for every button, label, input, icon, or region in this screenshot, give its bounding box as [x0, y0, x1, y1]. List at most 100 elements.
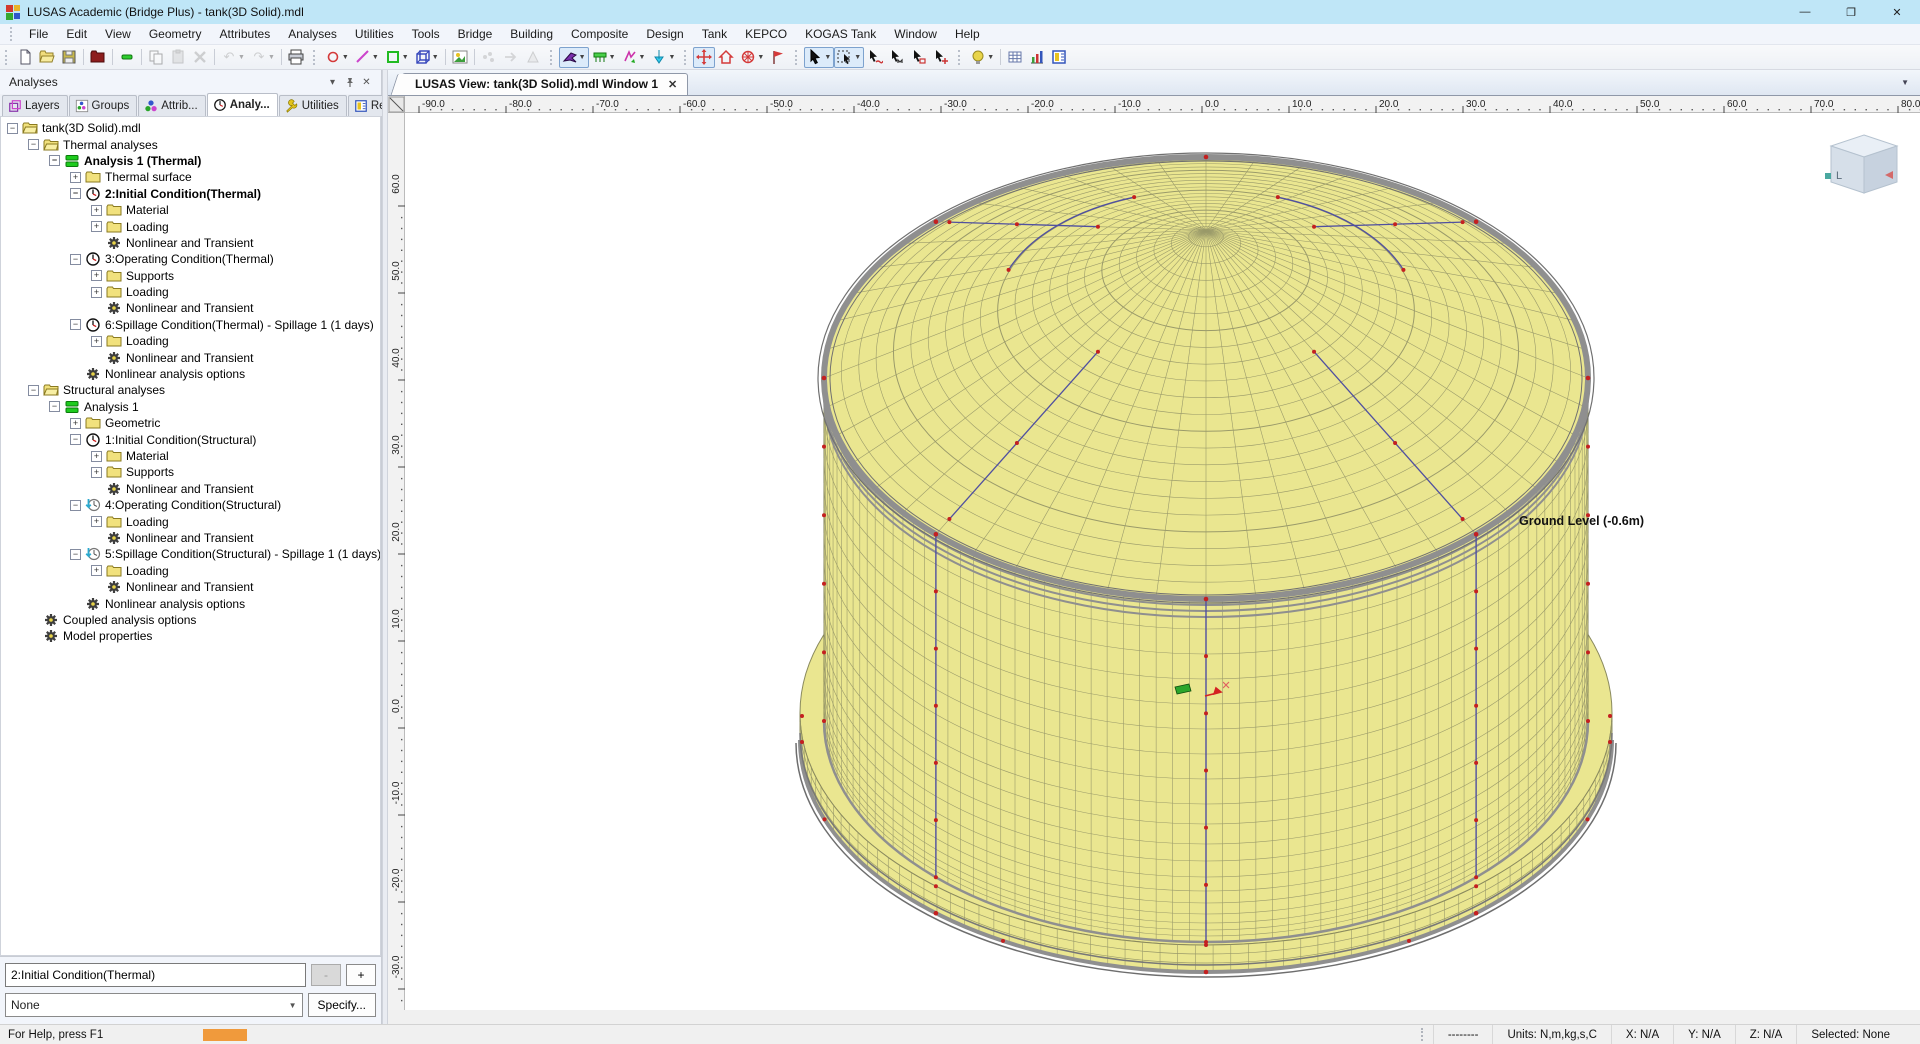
mesh-button[interactable]: ▼ [559, 47, 589, 68]
tab-list-button[interactable]: ▼ [1896, 75, 1914, 90]
resize-grip[interactable] [1904, 1025, 1920, 1044]
tree-item[interactable]: Coupled analysis options [1, 612, 380, 628]
menu-utilities[interactable]: Utilities [346, 25, 403, 43]
print-button[interactable] [285, 47, 307, 68]
panel-close-icon[interactable]: ✕ [358, 74, 375, 90]
panel-tab-groups[interactable]: Groups [69, 95, 138, 116]
supports-button[interactable]: ▼ [589, 47, 619, 68]
tree-item[interactable]: −Analysis 1 [1, 399, 380, 415]
panel-menu-chevron-icon[interactable]: ▾ [324, 74, 341, 90]
point-button[interactable]: ▼ [322, 47, 352, 68]
home-view-button[interactable] [715, 47, 737, 68]
menu-building[interactable]: Building [501, 25, 562, 43]
collapse-toggle[interactable]: − [49, 401, 60, 412]
tree-item[interactable]: Nonlinear analysis options [1, 595, 380, 611]
menu-file[interactable]: File [20, 25, 57, 43]
menu-tools[interactable]: Tools [403, 25, 449, 43]
menu-attributes[interactable]: Attributes [211, 25, 280, 43]
menu-composite[interactable]: Composite [562, 25, 637, 43]
grid-view-button[interactable] [1004, 47, 1026, 68]
panel-tab-attrib[interactable]: Attrib... [138, 95, 205, 116]
tree-item[interactable]: Nonlinear and Transient [1, 349, 380, 365]
tree-item[interactable]: Model properties [1, 628, 380, 644]
active-loadcase-input[interactable] [5, 963, 306, 987]
tree-item[interactable]: Nonlinear and Transient [1, 300, 380, 316]
tree-item[interactable]: −tank(3D Solid).mdl [1, 120, 380, 136]
collapse-toggle[interactable]: − [70, 434, 81, 445]
collapse-toggle[interactable]: − [70, 500, 81, 511]
select-box-button[interactable]: ▼ [834, 47, 864, 68]
expand-toggle[interactable]: + [91, 221, 102, 232]
tree-item[interactable]: +Loading [1, 284, 380, 300]
tree-item[interactable]: +Material [1, 202, 380, 218]
menu-tank[interactable]: Tank [693, 25, 736, 43]
expand-toggle[interactable]: + [91, 451, 102, 462]
maximize-button[interactable]: ❐ [1828, 0, 1874, 24]
select-geometry-button[interactable] [908, 47, 930, 68]
specify-button[interactable]: Specify... [308, 993, 376, 1017]
select-members-button[interactable] [886, 47, 908, 68]
annotate-button[interactable] [767, 47, 789, 68]
deselect-cursor-button[interactable] [864, 47, 886, 68]
menu-kepco[interactable]: KEPCO [736, 25, 796, 43]
expand-toggle[interactable]: + [70, 418, 81, 429]
collapse-toggle[interactable]: − [49, 155, 60, 166]
tree-item[interactable]: +Loading [1, 563, 380, 579]
view-tab-close-icon[interactable]: ✕ [668, 78, 677, 91]
tree-item[interactable]: +Loading [1, 513, 380, 529]
collapse-toggle[interactable]: − [7, 123, 18, 134]
collapse-toggle[interactable]: − [70, 549, 81, 560]
select-cursor-button[interactable]: ▼ [804, 47, 834, 68]
rotate-view-button[interactable]: ▼ [737, 47, 767, 68]
line-button[interactable]: ▼ [352, 47, 382, 68]
tree-item[interactable]: +Loading [1, 333, 380, 349]
model-properties-button[interactable] [87, 47, 109, 68]
view-tab[interactable]: LUSAS View: tank(3D Solid).mdl Window 1 … [402, 73, 688, 95]
menu-help[interactable]: Help [946, 25, 989, 43]
tree-item[interactable]: Nonlinear and Transient [1, 530, 380, 546]
expand-toggle[interactable]: + [91, 565, 102, 576]
loadcase-increment-button[interactable]: + [346, 964, 376, 986]
panel-tab-utilities[interactable]: Utilities [279, 95, 347, 116]
expand-toggle[interactable]: + [91, 287, 102, 298]
tree-item[interactable]: Nonlinear and Transient [1, 235, 380, 251]
tree-item[interactable]: +Supports [1, 268, 380, 284]
loadcase-decrement-button[interactable]: - [311, 964, 341, 986]
tree-item[interactable]: −Thermal analyses [1, 136, 380, 152]
panel-tab-layers[interactable]: Layers [2, 95, 68, 116]
tree-item[interactable]: +Supports [1, 464, 380, 480]
contour-settings-button[interactable]: ▼ [967, 47, 997, 68]
tree-item[interactable]: Nonlinear and Transient [1, 579, 380, 595]
tree-item[interactable]: −4:Operating Condition(Structural) [1, 497, 380, 513]
tree-item[interactable]: −5:Spillage Condition(Structural) - Spil… [1, 546, 380, 562]
collapse-toggle[interactable]: − [70, 254, 81, 265]
tree-item[interactable]: +Thermal surface [1, 169, 380, 185]
minimize-button[interactable]: — [1782, 0, 1828, 24]
expand-toggle[interactable]: + [91, 516, 102, 527]
tree-item[interactable]: Nonlinear and Transient [1, 481, 380, 497]
loading-button[interactable]: ▼ [619, 47, 649, 68]
tree-item[interactable]: −Structural analyses [1, 382, 380, 398]
new-file-button[interactable] [14, 47, 36, 68]
collapse-toggle[interactable]: − [28, 385, 39, 396]
menu-edit[interactable]: Edit [57, 25, 96, 43]
close-button[interactable]: ✕ [1874, 0, 1920, 24]
expand-toggle[interactable]: + [91, 336, 102, 347]
tree-item[interactable]: −1:Initial Condition(Structural) [1, 431, 380, 447]
menu-window[interactable]: Window [885, 25, 946, 43]
image-button[interactable] [449, 47, 471, 68]
collapse-toggle[interactable]: − [70, 319, 81, 330]
surface-button[interactable]: ▼ [382, 47, 412, 68]
tree-item[interactable]: +Geometric [1, 415, 380, 431]
tree-item[interactable]: −Analysis 1 (Thermal) [1, 153, 380, 169]
collapse-toggle[interactable]: − [70, 188, 81, 199]
results-dropdown[interactable]: None ▼ [5, 993, 303, 1017]
expand-toggle[interactable]: + [91, 467, 102, 478]
menu-analyses[interactable]: Analyses [279, 25, 346, 43]
menu-geometry[interactable]: Geometry [140, 25, 211, 43]
open-file-button[interactable] [36, 47, 58, 68]
tree-item[interactable]: −6:Spillage Condition(Thermal) - Spillag… [1, 317, 380, 333]
tree-item[interactable]: −3:Operating Condition(Thermal) [1, 251, 380, 267]
tree-item[interactable]: Nonlinear analysis options [1, 366, 380, 382]
report-wizard-button[interactable] [1048, 47, 1070, 68]
